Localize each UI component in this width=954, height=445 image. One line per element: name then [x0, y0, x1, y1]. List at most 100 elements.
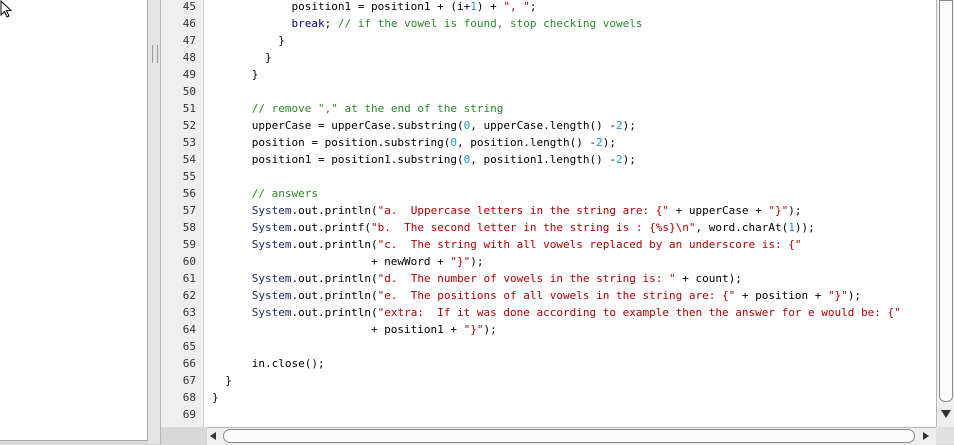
code-token: "e. The positions of all vowels in the s…	[377, 289, 736, 302]
line-code[interactable]: position = position.substring(0, positio…	[212, 134, 616, 151]
code-editor[interactable]: 45 position1 = position1 + (i+1) + ", ";…	[161, 0, 936, 427]
scroll-left-arrow-icon[interactable]	[210, 432, 216, 440]
line-number: 64	[182, 323, 196, 336]
scroll-right-arrow-icon[interactable]	[923, 432, 929, 440]
horizontal-scroll-thumb[interactable]	[223, 429, 915, 443]
code-token: }	[212, 68, 259, 81]
code-token: // remove "," at the end of the string	[251, 102, 504, 115]
code-token: .out.println(	[291, 306, 378, 319]
code-line[interactable]: 46 break; // if the vowel is found, stop…	[161, 15, 936, 32]
code-line[interactable]: 65	[161, 338, 936, 355]
line-code[interactable]: }	[212, 372, 232, 389]
panel-splitter[interactable]	[148, 0, 161, 444]
code-token: "}"	[827, 289, 848, 302]
line-code[interactable]: break; // if the vowel is found, stop ch…	[212, 15, 643, 32]
code-line[interactable]: 53 position = position.substring(0, posi…	[161, 134, 936, 151]
code-line[interactable]: 62 System.out.println("e. The positions …	[161, 287, 936, 304]
line-code[interactable]: System.out.println("extra: If it was don…	[212, 304, 901, 321]
scroll-down-arrow-icon[interactable]	[941, 410, 951, 418]
code-line[interactable]: 55	[161, 168, 936, 185]
line-code[interactable]: System.out.println("d. The number of vow…	[212, 270, 742, 287]
code-token: System	[251, 221, 292, 234]
line-code[interactable]: + position1 + "}");	[212, 321, 497, 338]
code-line[interactable]: 58 System.out.printf("b. The second lett…	[161, 219, 936, 236]
splitter-grip-icon[interactable]	[152, 45, 158, 63]
code-line[interactable]: 57 System.out.println("a. Uppercase lett…	[161, 202, 936, 219]
code-line[interactable]: 59 System.out.println("c. The string wit…	[161, 236, 936, 253]
code-line[interactable]: 52 upperCase = upperCase.substring(0, up…	[161, 117, 936, 134]
code-token: position1 = position1 + (i+	[212, 0, 471, 13]
line-number: 65	[182, 340, 196, 353]
line-code[interactable]: System.out.println("a. Uppercase letters…	[212, 202, 802, 219]
scrollbar-corner	[936, 427, 954, 444]
code-line[interactable]: 64 + position1 + "}");	[161, 321, 936, 338]
code-token: System	[251, 306, 292, 319]
code-token: );	[847, 289, 862, 302]
line-code[interactable]: System.out.println("c. The string with a…	[212, 236, 802, 253]
line-code[interactable]: System.out.printf("b. The second letter …	[212, 219, 815, 236]
line-code[interactable]: }	[212, 389, 219, 406]
line-number: 62	[182, 289, 196, 302]
code-token: 1	[470, 0, 477, 13]
code-token: "}"	[463, 323, 484, 336]
line-code[interactable]: // remove "," at the end of the string	[212, 100, 504, 117]
vertical-scrollbar[interactable]	[936, 0, 954, 427]
code-token: );	[483, 323, 497, 336]
line-number: 45	[182, 0, 196, 13]
line-code[interactable]: }	[212, 32, 285, 49]
code-token: position = position.substring(	[212, 136, 451, 149]
code-token: );	[622, 153, 636, 166]
line-code[interactable]: }	[212, 66, 259, 83]
line-code[interactable]: upperCase = upperCase.substring(0, upper…	[212, 117, 636, 134]
code-token: upperCase = upperCase.substring(	[212, 119, 464, 132]
code-line[interactable]: 47 }	[161, 32, 936, 49]
code-line[interactable]: 67 }	[161, 372, 936, 389]
horizontal-scrollbar[interactable]	[207, 427, 936, 445]
line-code[interactable]: }	[212, 49, 272, 66]
line-number: 59	[182, 238, 196, 251]
code-line[interactable]: 56 // answers	[161, 185, 936, 202]
line-number: 46	[182, 17, 196, 30]
line-code[interactable]: + newWord + "}");	[212, 253, 484, 270]
code-token: ) +	[476, 0, 504, 13]
code-token: + count);	[675, 272, 742, 285]
vertical-scroll-thumb[interactable]	[939, 0, 953, 402]
code-token: }	[212, 51, 272, 64]
line-code[interactable]: in.close();	[212, 355, 325, 372]
line-number: 55	[182, 170, 196, 183]
line-code[interactable]: position1 = position1 + (i+1) + ", ";	[212, 0, 537, 15]
code-token: "a. Uppercase letters in the string are:…	[377, 204, 669, 217]
code-token: }	[212, 34, 285, 47]
code-token: , position.length() -	[457, 136, 597, 149]
code-token: System	[251, 272, 292, 285]
code-token: ;	[529, 0, 537, 13]
line-code[interactable]: // answers	[212, 185, 318, 202]
code-token: , upperCase.length() -	[470, 119, 616, 132]
code-line[interactable]: 61 System.out.println("d. The number of …	[161, 270, 936, 287]
code-line[interactable]: 48 }	[161, 49, 936, 66]
code-token: ", "	[503, 0, 530, 13]
code-line[interactable]: 68}	[161, 389, 936, 406]
line-code[interactable]: System.out.println("e. The positions of …	[212, 287, 861, 304]
line-number: 47	[182, 34, 196, 47]
code-token: System	[251, 289, 292, 302]
line-number: 48	[182, 51, 196, 64]
line-code[interactable]: position1 = position1.substring(0, posit…	[212, 151, 636, 168]
code-token: .out.println(	[291, 289, 378, 302]
code-line[interactable]: 51 // remove "," at the end of the strin…	[161, 100, 936, 117]
code-token: );	[602, 136, 616, 149]
code-line[interactable]: 63 System.out.println("extra: If it was …	[161, 304, 936, 321]
code-token: // if the vowel is found, stop checking …	[337, 17, 643, 30]
code-line[interactable]: 69	[161, 406, 936, 423]
code-line[interactable]: 50	[161, 83, 936, 100]
code-line[interactable]: 54 position1 = position1.substring(0, po…	[161, 151, 936, 168]
code-line[interactable]: 66 in.close();	[161, 355, 936, 372]
code-line[interactable]: 49 }	[161, 66, 936, 83]
code-line[interactable]: 60 + newWord + "}");	[161, 253, 936, 270]
project-panel[interactable]	[0, 0, 148, 441]
code-line[interactable]: 45 position1 = position1 + (i+1) + ", ";	[161, 0, 936, 15]
